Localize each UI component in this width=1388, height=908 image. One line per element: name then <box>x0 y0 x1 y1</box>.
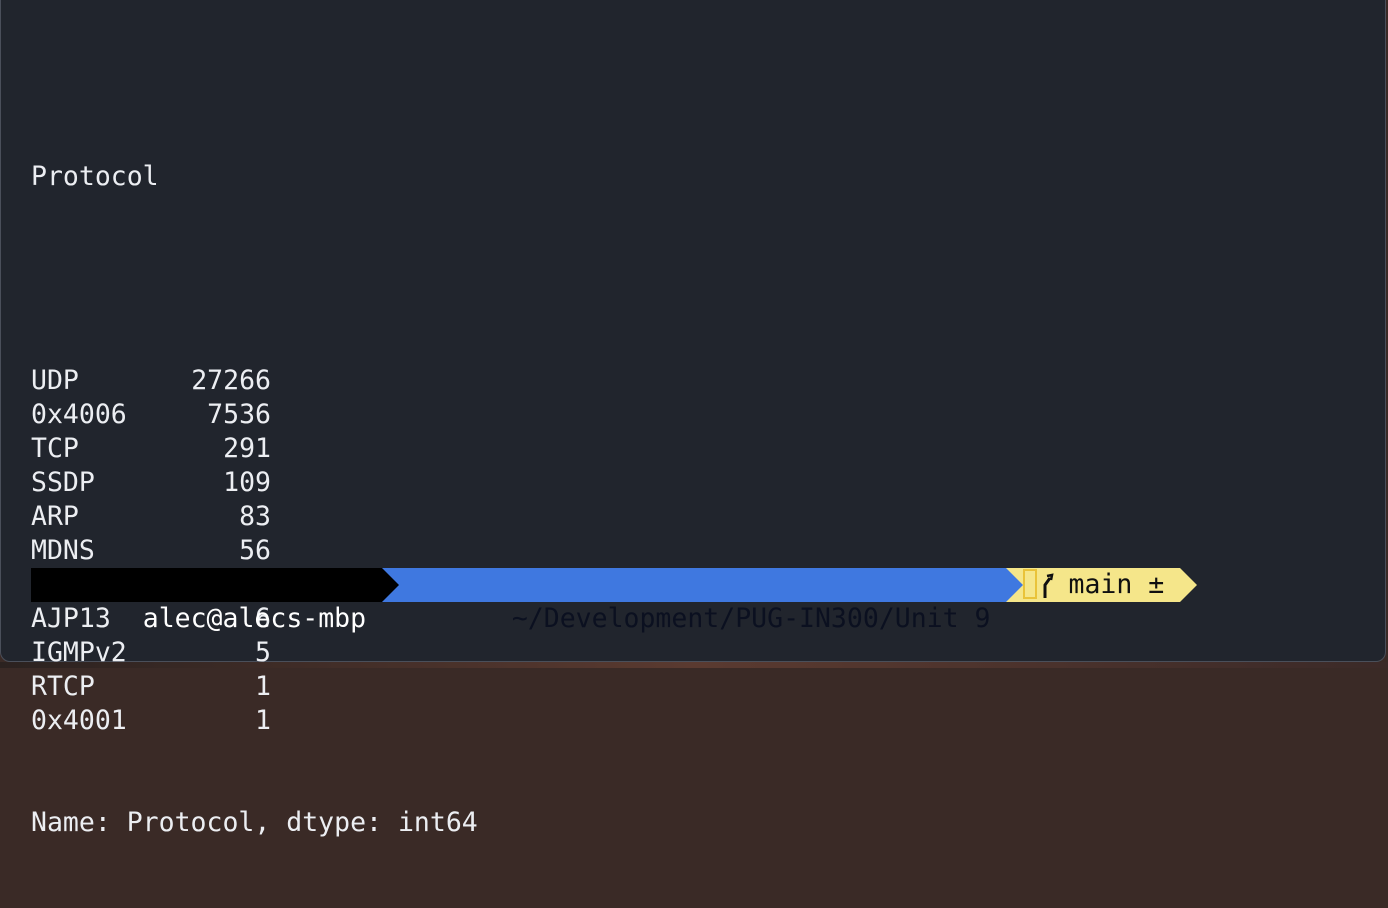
prompt-path-segment: ~/Development/PUG-IN300/Unit 9 <box>382 568 1024 634</box>
powerline-separator <box>382 568 400 602</box>
shell-prompt: alec@alecs-mbp ~/Development/PUG-IN300/U… <box>31 568 1198 634</box>
powerline-separator <box>1180 568 1198 602</box>
protocol-count: 56 <box>239 535 271 566</box>
value-count-row: 0x4006 7536 <box>31 398 478 432</box>
protocol-name: SSDP <box>31 467 95 498</box>
git-branch-icon <box>1043 573 1055 598</box>
protocol-name: MDNS <box>31 535 95 566</box>
command-output: Protocol UDP 27266 0x4006 7536 TCP 291 SSDP 109… <box>31 92 478 908</box>
terminal-window[interactable]: Protocol UDP 27266 0x4006 7536 TCP 291 SSDP 109… <box>0 0 1386 838</box>
prompt-branch: main ± <box>1068 569 1165 600</box>
protocol-name: UDP <box>31 365 79 396</box>
value-count-row: SSDP 109 <box>31 466 478 500</box>
series-header: Protocol <box>31 161 159 192</box>
protocol-name: TCP <box>31 433 79 464</box>
protocol-count: 1 <box>255 705 271 736</box>
value-count-row: ARP 83 <box>31 500 478 534</box>
value-count-row: UDP 27266 <box>31 364 478 398</box>
protocol-name: 0x4001 <box>31 705 127 736</box>
protocol-count: 109 <box>223 467 271 498</box>
protocol-count: 1 <box>255 671 271 702</box>
protocol-count: 27266 <box>191 365 271 396</box>
protocol-count: 7536 <box>207 399 271 430</box>
prompt-user-host: alec@alecs-mbp <box>142 603 367 634</box>
protocol-count: 83 <box>239 501 271 532</box>
prompt-user-segment: alec@alecs-mbp <box>31 568 400 634</box>
protocol-name: ARP <box>31 501 79 532</box>
value-count-row: TCP 291 <box>31 432 478 466</box>
output-footer-line: Name: Protocol, dtype: int64 <box>31 806 478 840</box>
powerline-separator <box>1006 568 1024 602</box>
protocol-name: 0x4006 <box>31 399 127 430</box>
value-count-row: MDNS 56 <box>31 534 478 568</box>
text-cursor[interactable] <box>1023 569 1037 599</box>
output-header-line: Protocol <box>31 160 478 194</box>
desktop-background-strip <box>0 662 1388 668</box>
series-footer: Name: Protocol, dtype: int64 <box>31 807 478 838</box>
prompt-path: ~/Development/PUG-IN300/Unit 9 <box>511 603 991 634</box>
value-count-row: 0x4001 1 <box>31 704 478 738</box>
protocol-count: 291 <box>223 433 271 464</box>
